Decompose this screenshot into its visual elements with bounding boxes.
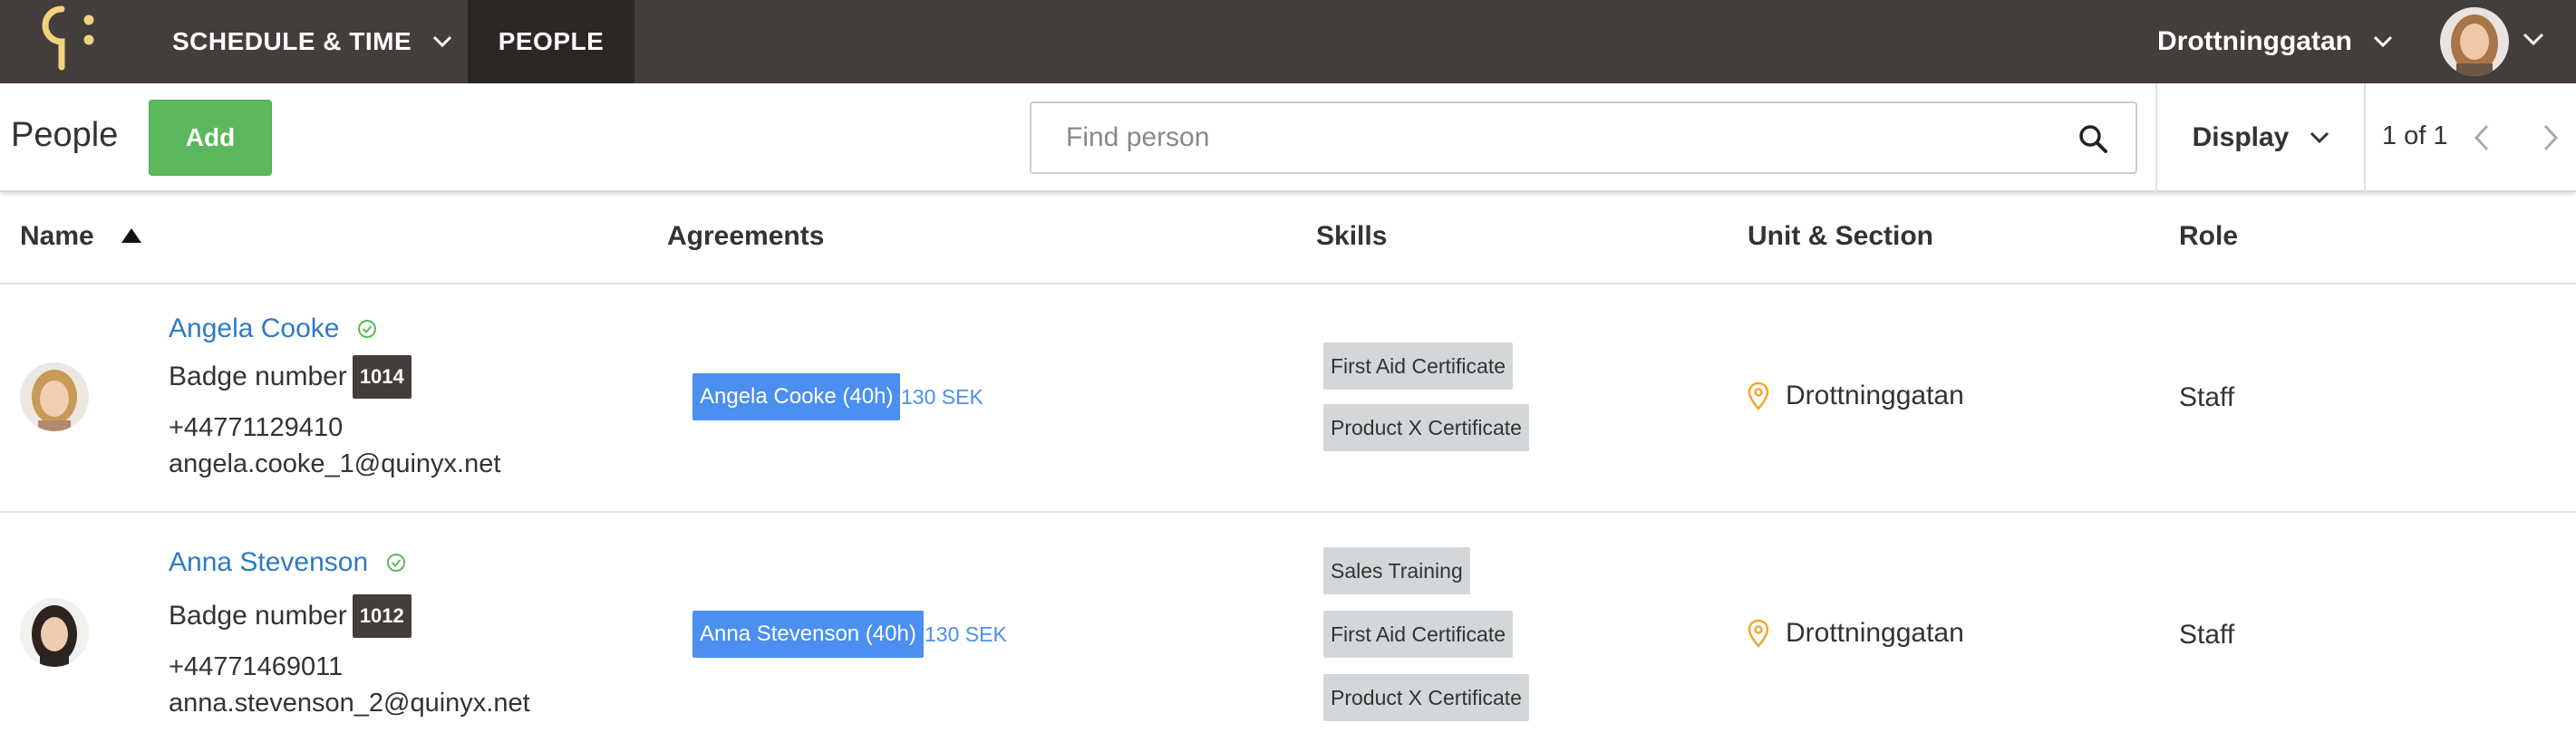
badge-number-line: Badge number 1012 — [169, 594, 412, 638]
unit-section: Drottninggatan — [1748, 618, 1964, 649]
person-name: Anna Stevenson — [169, 547, 369, 577]
person-name: Angela Cooke — [169, 313, 340, 343]
person-phone: +44771129410 — [169, 413, 344, 442]
location-pin-icon — [1748, 619, 1769, 648]
people-toolbar: People Add Display 1 of 1 — [0, 83, 2576, 192]
column-header-skills[interactable]: Skills — [1316, 221, 1387, 252]
agreement-tag[interactable]: Angela Cooke (40h) — [692, 373, 901, 420]
people-table-header: Name Agreements Skills Unit & Section Ro… — [0, 192, 2576, 284]
table-row[interactable]: Angela Cooke Badge number 1014 +44771129… — [0, 284, 2576, 513]
badge-number-line: Badge number 1014 — [169, 355, 412, 399]
display-dropdown[interactable]: Display — [2157, 83, 2366, 192]
skill-tag: Sales Training — [1323, 547, 1470, 594]
nav-people[interactable]: PEOPLE — [468, 0, 634, 83]
badge-number-value: 1014 — [352, 355, 412, 399]
chevron-down-icon — [431, 34, 453, 49]
quinyx-logo[interactable] — [25, 0, 107, 72]
avatar — [20, 362, 89, 431]
chevron-down-icon — [2309, 130, 2330, 145]
top-navigation-bar: SCHEDULE & TIME PEOPLE Drottninggatan — [0, 0, 2576, 83]
avatar — [20, 598, 89, 667]
person-phone: +44771469011 — [169, 652, 344, 681]
agreement-rate: 130 SEK — [901, 385, 983, 409]
chevron-down-icon — [2372, 34, 2394, 49]
display-label: Display — [2192, 122, 2290, 152]
location-label: Drottninggatan — [2157, 26, 2352, 56]
badge-number-label: Badge number — [169, 601, 347, 631]
skill-tag: First Aid Certificate — [1323, 611, 1513, 658]
skill-tag: First Aid Certificate — [1323, 342, 1513, 390]
person-name-link[interactable]: Angela Cooke — [169, 313, 377, 344]
add-person-button[interactable]: Add — [149, 100, 272, 176]
nav-people-label: PEOPLE — [498, 27, 605, 55]
search-box[interactable] — [1030, 101, 2137, 174]
table-row[interactable]: Anna Stevenson Badge number 1012 +447714… — [0, 513, 2576, 752]
person-email: anna.stevenson_2@quinyx.net — [169, 689, 530, 718]
column-header-unit-section[interactable]: Unit & Section — [1748, 221, 1933, 252]
unit-label: Drottninggatan — [1786, 618, 1964, 648]
pagination-text: 1 of 1 — [2382, 121, 2448, 150]
agreement-tag[interactable]: Anna Stevenson (40h) — [692, 611, 924, 658]
person-role: Staff — [2179, 382, 2235, 412]
skill-tag: Product X Certificate — [1323, 404, 1529, 451]
previous-page-icon[interactable] — [2473, 123, 2491, 157]
nav-schedule-time[interactable]: SCHEDULE & TIME — [172, 0, 453, 83]
column-header-name[interactable]: Name — [20, 221, 143, 252]
column-header-label: Name — [20, 221, 94, 251]
verified-check-icon — [386, 553, 406, 573]
person-email: angela.cooke_1@quinyx.net — [169, 449, 501, 478]
column-header-agreements[interactable]: Agreements — [667, 221, 824, 252]
next-page-icon[interactable] — [2542, 123, 2560, 157]
user-menu-chevron-icon[interactable] — [2522, 31, 2545, 52]
location-pin-icon — [1748, 381, 1769, 410]
person-name-link[interactable]: Anna Stevenson — [169, 547, 406, 578]
page-title: People — [11, 116, 119, 154]
unit-section: Drottninggatan — [1748, 381, 1964, 411]
verified-check-icon — [357, 319, 377, 339]
badge-number-value: 1012 — [352, 594, 412, 638]
location-selector[interactable]: Drottninggatan — [2157, 0, 2394, 83]
find-person-input[interactable] — [1066, 103, 2045, 172]
skill-tag: Product X Certificate — [1323, 674, 1529, 721]
unit-label: Drottninggatan — [1786, 381, 1964, 410]
search-icon[interactable] — [2077, 123, 2108, 159]
person-role: Staff — [2179, 620, 2235, 650]
agreement-rate: 130 SEK — [925, 622, 1007, 646]
column-header-role[interactable]: Role — [2179, 221, 2238, 252]
badge-number-label: Badge number — [169, 362, 347, 391]
toolbar-divider — [2364, 83, 2366, 192]
nav-schedule-label: SCHEDULE & TIME — [172, 27, 412, 55]
user-avatar[interactable] — [2440, 7, 2509, 76]
sort-ascending-icon[interactable] — [120, 221, 143, 252]
